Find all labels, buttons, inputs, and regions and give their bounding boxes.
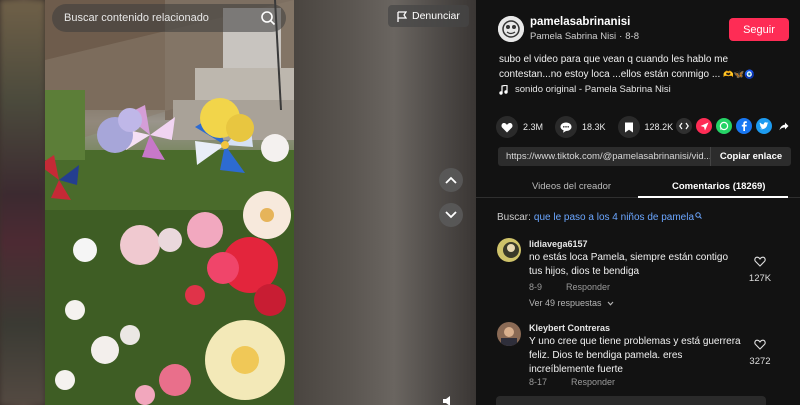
separator-dot: · [619, 31, 623, 42]
search-placeholder: Buscar contenido relacionado [64, 12, 209, 24]
post-description: subo el video para que vean q cuando les… [499, 52, 789, 82]
avatar-image [497, 238, 521, 262]
commenter-avatar[interactable] [497, 322, 521, 346]
comment-username[interactable]: Kleybert Contreras [529, 323, 610, 333]
like-action[interactable]: 2.3M [496, 116, 543, 138]
comment-date: 8-17 [529, 377, 548, 387]
music-title: sonido original - Pamela Sabrina Nisi [515, 84, 671, 95]
author-avatar[interactable] [498, 16, 524, 42]
reply-button[interactable]: Responder [566, 282, 610, 292]
heart-outline-icon[interactable] [754, 256, 766, 267]
report-button[interactable]: Denunciar [388, 5, 469, 27]
commenter-avatar[interactable] [497, 238, 521, 262]
tab-comments[interactable]: Comentarios (18269) [672, 181, 765, 192]
comment-text: Y uno cree que tiene problemas y está gu… [529, 336, 741, 375]
comment-meta: 8-17 Responder [529, 377, 615, 387]
comment-bubble-icon [560, 122, 572, 133]
flag-icon [397, 10, 407, 22]
comment-username[interactable]: lidiavega6157 [529, 239, 588, 249]
side-panel: pamelasabrinanisi Pamela Sabrina Nisi · 8-… [476, 0, 800, 405]
search-icon[interactable] [260, 10, 276, 26]
heart-icon [501, 122, 513, 132]
description-text: subo el video para que vean q cuando les… [499, 54, 729, 80]
comment-text: no estás loca Pamela, siempre están cont… [529, 252, 728, 277]
related-search-suggestion: Buscar: que le paso a los 4 niños de pame… [497, 212, 702, 223]
author-nickname-line: Pamela Sabrina Nisi · 8-8 [530, 31, 639, 42]
copy-link-button[interactable]: Copiar enlace [710, 147, 791, 166]
view-replies-button[interactable]: Ver 49 respuestas [529, 298, 614, 308]
comment-like-count: 127K [748, 273, 772, 284]
search-small-icon [695, 212, 702, 219]
related-search-input[interactable]: Buscar contenido relacionado [52, 4, 286, 32]
twitter-icon[interactable] [756, 118, 772, 134]
view-replies-label: Ver 49 respuestas [529, 298, 602, 308]
post-date: 8-8 [625, 31, 639, 42]
share-link-box: https://www.tiktok.com/@pamelasabrinanis… [498, 147, 791, 166]
chevron-down-icon [445, 211, 457, 219]
embed-icon[interactable] [676, 118, 692, 134]
report-label: Denunciar [412, 10, 460, 22]
like-count: 2.3M [523, 122, 544, 132]
music-note-icon [499, 84, 508, 95]
heart-outline-icon[interactable] [754, 339, 766, 350]
whatsapp-icon[interactable] [716, 118, 732, 134]
music-link[interactable]: sonido original - Pamela Sabrina Nisi [499, 84, 671, 95]
related-search-label: Buscar: [497, 212, 531, 223]
send-to-friends-icon[interactable] [696, 118, 712, 134]
author-info: pamelasabrinanisi Pamela Sabrina Nisi · 8-… [498, 16, 639, 42]
author-nickname: Pamela Sabrina Nisi [530, 31, 617, 42]
reply-button[interactable]: Responder [571, 377, 615, 387]
comment-count: 18.3K [582, 122, 606, 132]
panel-tabs: Videos del creador Comentarios (18269) [476, 176, 800, 198]
comment-item: Kleybert Contreras Y uno cree que tiene … [497, 322, 792, 392]
share-forward-icon[interactable] [776, 118, 792, 134]
avatar-image [497, 322, 521, 346]
save-button[interactable] [617, 116, 640, 138]
chevron-up-icon [445, 176, 457, 184]
video-frame-graphic [45, 0, 294, 405]
comment-like-count: 3272 [749, 356, 771, 367]
author-username[interactable]: pamelasabrinanisi [530, 16, 639, 29]
share-buttons [676, 118, 792, 134]
related-search-query[interactable]: que le paso a los 4 niños de pamela [534, 212, 694, 223]
comment-action[interactable]: 18.3K [555, 116, 606, 138]
comment-like[interactable]: 3272 [745, 337, 775, 367]
previous-video-button[interactable] [439, 168, 463, 192]
save-count: 128.2K [644, 122, 674, 132]
avatar-image [498, 16, 524, 42]
video-blur-left [0, 0, 45, 405]
next-video-button[interactable] [439, 203, 463, 227]
description-emojis: 🫶🦋🧿 [723, 69, 755, 79]
comment-date: 8-9 [529, 282, 543, 292]
tab-creator-videos[interactable]: Videos del creador [532, 181, 611, 192]
bookmark-icon [624, 122, 633, 132]
comment-like[interactable]: 127K [745, 254, 775, 284]
tiktok-video-page: Buscar contenido relacionado Denunciar p… [0, 0, 800, 405]
save-action[interactable]: 128.2K [617, 116, 674, 138]
like-button[interactable] [496, 116, 518, 138]
facebook-icon[interactable] [736, 118, 752, 134]
chevron-down-icon [607, 301, 614, 306]
comment-button[interactable] [555, 116, 578, 138]
engagement-bar: 2.3M 18.3K 128.2K [496, 116, 685, 138]
comment-input[interactable] [496, 396, 766, 405]
follow-button[interactable]: Seguir [729, 18, 789, 41]
video-area: Buscar contenido relacionado Denunciar [0, 0, 476, 405]
active-tab-indicator [638, 196, 788, 198]
comment-item: lidiavega6157 no estás loca Pamela, siem… [497, 238, 792, 310]
share-url[interactable]: https://www.tiktok.com/@pamelasabrinanis… [498, 151, 710, 162]
comment-meta: 8-9 Responder [529, 282, 610, 292]
volume-icon[interactable] [442, 395, 458, 405]
video-player[interactable] [45, 0, 294, 405]
